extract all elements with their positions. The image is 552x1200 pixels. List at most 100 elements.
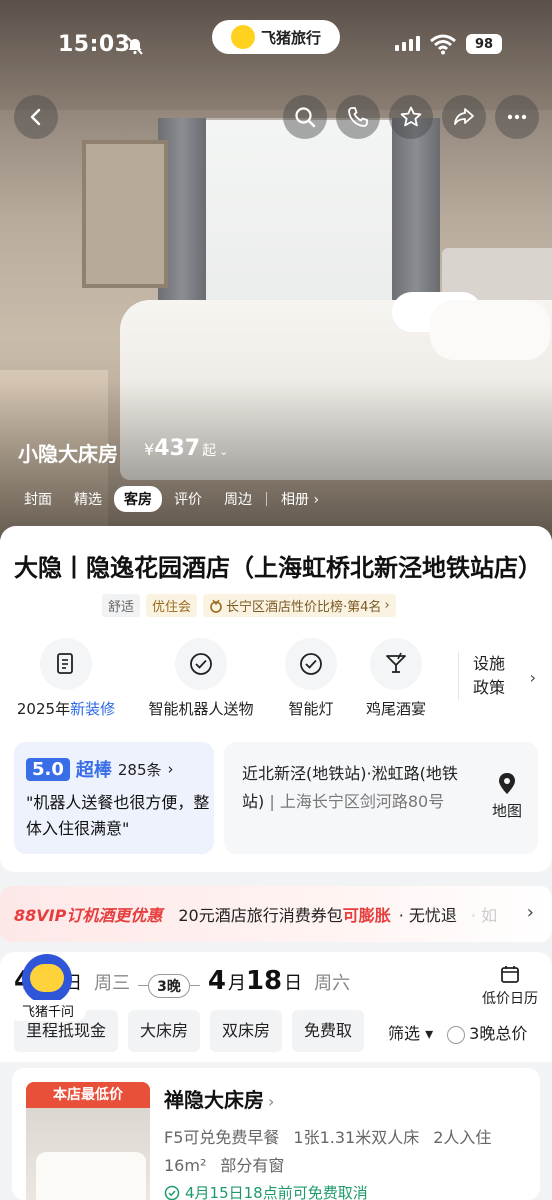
calendar-icon [501,966,519,983]
checkout-month: 4 [207,966,226,996]
cancel-text: 4月15日18点前可免费取消 [185,1184,368,1200]
address-separator: | [269,792,275,811]
search-icon [295,107,316,128]
tab-album[interactable]: 相册 › [271,486,329,512]
room-thumbnail[interactable]: 本店最低价 [26,1082,150,1200]
rank-badge[interactable]: 长宁区酒店性价比榜·第4名 › [203,594,396,617]
chevron-right-icon: › [268,1092,275,1111]
rank-text: 长宁区酒店性价比榜·第4名 [226,600,382,615]
hero-room-name: 小隐大床房 [18,442,118,466]
document-icon [40,638,92,690]
hotel-title: 大隐丨隐逸花园酒店（上海虹桥北新泾地铁站店） [14,554,542,582]
chevron-right-icon: › [384,598,390,613]
map-label: 地图 [491,802,522,820]
feature-robot-delivery[interactable]: 智能机器人送物 [140,638,262,719]
chevron-left-icon [30,108,41,126]
vip-promo-banner[interactable]: 88VIP订机酒更优惠 20元酒店旅行消费券包 可膨胀 · 无忧退 · 如 › [0,886,552,942]
checkin-weekday: 周三 [94,973,131,994]
feature-label: 智能机器人送物 [148,700,254,718]
feature-smart-light[interactable]: 智能灯 [278,638,344,719]
radio-icon [447,1025,466,1044]
tab-featured[interactable]: 精选 [64,486,112,512]
call-button[interactable] [336,95,380,139]
room-title: 禅隐大床房 › [164,1084,274,1113]
more-dots-icon [507,114,527,120]
room-bed: 1张1.31米双人床 [293,1128,420,1147]
filter-label: 筛选 [388,1024,421,1043]
more-button[interactable] [495,95,539,139]
chevron-down-icon: ⌄ [219,445,229,458]
check-circle-icon [164,1185,180,1200]
vip-refund: · 无忧退 [398,906,457,925]
vip-title: 88VIP订机酒更优惠 [14,906,163,925]
search-button[interactable] [283,95,327,139]
tab-reviews[interactable]: 评价 [164,486,212,512]
nights-count: 3晚 [148,973,190,998]
total-price-label: 3晚总价 [469,1024,528,1043]
feature-renovation[interactable]: 2025年新装修 [14,638,118,719]
tab-rooms[interactable]: 客房 [114,486,162,512]
gallery-tabs: 封面 精选 客房 评价 周边 相册 › [14,486,329,512]
room-window: 部分有窗 [220,1156,285,1175]
tag-member[interactable]: 优住会 [146,594,198,617]
check-circle-icon [175,638,227,690]
check-circle-icon [285,638,337,690]
total-price-toggle[interactable]: 3晚总价 [447,1020,527,1044]
status-time: 15:03 [58,32,131,57]
address-detail: 上海长宁区剑河路80号 [279,792,445,811]
review-score: 5.0 [26,757,70,781]
back-button[interactable] [14,95,58,139]
room-specs: F5可兑免费早餐 1张1.31米双人床 2人入住 [164,1124,491,1148]
battery-indicator: 98 [466,34,502,54]
mascot-label: 飞猪千问 [10,1000,86,1021]
tab-nearby[interactable]: 周边 [214,486,262,512]
tab-divider [266,492,267,506]
mute-bell-icon [127,37,143,55]
chevron-right-icon: › [167,760,174,778]
chip-king-bed[interactable]: 大床房 [128,1010,201,1052]
lowest-price-badge: 本店最低价 [26,1082,150,1108]
location-pin-icon [498,773,515,794]
free-cancel-note: 4月15日18点前可免费取消 [164,1182,368,1200]
hero-room-price[interactable]: ¥ 437 起 ⌄ [144,436,228,461]
wifi-icon [430,34,456,55]
feature-cocktail[interactable]: 鸡尾酒宴 [360,638,432,719]
address-panel[interactable]: 近北新泾(地铁站)·淞虹路(地铁站) | 上海长宁区剑河路80号 地图 [224,742,538,854]
review-summary[interactable]: 5.0 超棒 285条 › "机器人送餐也很方便，整体入住很满意" [14,742,214,854]
room-card[interactable]: 本店最低价 禅隐大床房 › F5可兑免费早餐 1张1.31米双人床 2人入住 16m²… [12,1068,540,1200]
map-button[interactable]: 地图 [492,772,522,821]
price-suffix: 起 [202,443,217,459]
app-pill-label: 飞猪旅行 [260,28,321,47]
chip-free-cancel[interactable]: 免费取 [292,1010,365,1052]
facilities-policy-link[interactable]: 设施 政策 › [458,652,536,700]
hero-photo[interactable]: 15:03 飞猪旅行 98 小隐大床房 ¥ 437 起 ⌄ 封面 精选 客房 评… [0,0,552,540]
room-title-text: 禅隐大床房 [164,1088,264,1112]
photo-tv [82,140,168,288]
review-quote: "机器人送餐也很方便，整体入住很满意" [26,793,210,838]
price-currency: ¥ [144,440,155,459]
favorite-button[interactable] [389,95,433,139]
feature-year: 2025年 [16,700,71,718]
share-button[interactable] [442,95,486,139]
photo-pillow [430,300,550,360]
chip-twin-bed[interactable]: 双床房 [210,1010,283,1052]
low-price-calendar-button[interactable]: 低价日历 [482,964,538,1008]
app-pill[interactable]: 飞猪旅行 [212,20,340,54]
vip-highlight: 可膨胀 [342,906,391,925]
tag-comfort: 舒适 [102,594,141,617]
medal-icon [210,599,222,613]
calendar-label: 低价日历 [482,991,538,1007]
filter-button[interactable]: 筛选 ▾ [388,1020,433,1044]
hotel-tags: 舒适 优住会 长宁区酒店性价比榜·第4名 › [102,594,396,617]
ai-assistant-button[interactable]: 飞猪千问 [10,954,86,1024]
vip-faded-text: · 如 [470,906,498,925]
feature-label: 智能灯 [288,700,334,718]
share-icon [454,108,474,125]
room-area: 16m² [164,1156,207,1175]
feature-highlight: 新装修 [70,700,116,718]
chevron-right-icon: › [313,492,320,508]
hotel-info-card: 大隐丨隐逸花园酒店（上海虹桥北新泾地铁站店） 舒适 优住会 长宁区酒店性价比榜·… [0,526,552,872]
caret-down-icon: ▾ [420,1024,434,1043]
tab-cover[interactable]: 封面 [14,486,62,512]
cocktail-icon [370,638,422,690]
